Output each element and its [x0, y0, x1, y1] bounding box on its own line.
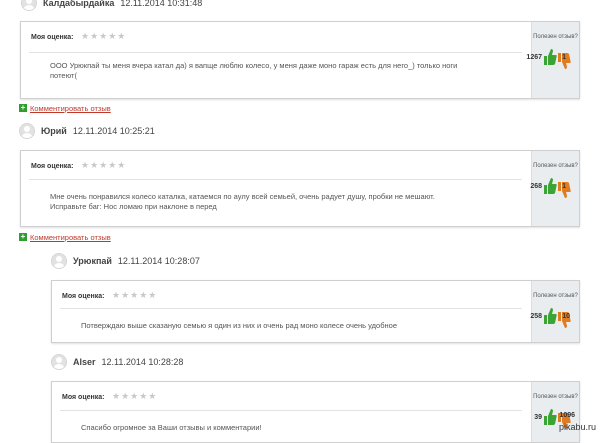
thumb-up-icon[interactable]: [543, 177, 557, 195]
thumb-up-icon[interactable]: [543, 48, 557, 66]
review-text: Потверждаю выше сказаную семью я один из…: [81, 321, 481, 331]
review-date: 12.11.2014 10:25:21: [72, 126, 155, 136]
upvote-count: 39: [534, 414, 542, 421]
site-watermark: pikabu.ru: [558, 422, 596, 432]
review-text-line: Исправьте баг: Нос ломаю при наклоне в п…: [50, 202, 217, 211]
review-text-line: ООО Урюкпай ты меня вчера катал да) я ва…: [50, 61, 458, 70]
rating-label: Моя оценка:: [31, 34, 74, 41]
plus-icon: +: [19, 103, 27, 112]
review-author-row: Калдабырдайка 12.11.2014 10:31:48: [21, 0, 202, 12]
vote-panel: Полезен отзыв? 268: [530, 151, 579, 226]
rating-stars: ★★★★★: [81, 31, 127, 41]
review-text: Спасибо огромное за Ваши отзывы и коммен…: [81, 423, 481, 433]
divider: [29, 52, 522, 53]
vote-panel: Полезен отзыв? 1267: [526, 22, 579, 98]
useful-label: Полезен отзыв?: [533, 34, 578, 40]
useful-label: Полезен отзыв?: [533, 163, 578, 169]
reply-card: Моя оценка: ★★★★★ Потверждаю выше сказан…: [51, 280, 580, 343]
rating-label: Моя оценка:: [62, 394, 105, 401]
review-author-row: Юрий 12.11.2014 10:25:21: [19, 122, 155, 140]
vote-controls: 268: [530, 177, 579, 199]
rating-label: Моя оценка:: [62, 293, 105, 300]
review-text-line: Спасибо огромное за Ваши отзывы и коммен…: [81, 423, 262, 432]
downvote-count: 10: [562, 313, 570, 320]
useful-label: Полезен отзыв?: [533, 394, 578, 400]
plus-icon: +: [19, 232, 27, 241]
review-card: Моя оценка: ★★★★★ ООО Урюкпай ты меня вч…: [20, 21, 580, 99]
avatar: [19, 123, 35, 139]
downvote-count: 1: [562, 54, 566, 61]
rating-stars: ★★★★★: [112, 290, 158, 300]
downvote-count: 1096: [559, 412, 575, 419]
divider: [60, 410, 522, 411]
upvote-count: 258: [530, 313, 542, 320]
review-text-line: потеют(: [50, 71, 77, 80]
comment-review-link[interactable]: + Комментировать отзыв: [19, 102, 111, 114]
divider: [29, 179, 522, 180]
review-date: 12.11.2014 10:28:07: [117, 256, 200, 266]
review-date: 12.11.2014 10:31:48: [120, 0, 203, 8]
thumb-up-icon[interactable]: [543, 408, 557, 426]
useful-label: Полезен отзыв?: [533, 293, 578, 299]
review-date: 12.11.2014 10:28:28: [101, 357, 184, 367]
review-text-line: Мне очень понравился колесо каталка, кат…: [50, 192, 435, 201]
rating-stars: ★★★★★: [112, 391, 158, 401]
review-card: Моя оценка: ★★★★★ Мне очень понравился к…: [20, 150, 580, 227]
comment-link-label[interactable]: Комментировать отзыв: [30, 233, 111, 242]
divider: [60, 308, 522, 309]
review-text: Мне очень понравился колесо каталка, кат…: [50, 192, 495, 212]
review-text-line: Потверждаю выше сказаную семью я один из…: [81, 321, 397, 330]
author-name[interactable]: Юрий: [41, 126, 67, 136]
vote-controls: 258: [530, 307, 579, 329]
rating-stars: ★★★★★: [81, 160, 127, 170]
author-name[interactable]: Alser: [73, 357, 96, 367]
avatar: [51, 253, 67, 269]
vote-panel: Полезен отзыв? 258: [530, 281, 579, 342]
avatar: [51, 354, 67, 370]
rating-label: Моя оценка:: [31, 163, 74, 170]
author-name[interactable]: Урюкпай: [73, 256, 112, 266]
reply-author-row: Alser 12.11.2014 10:28:28: [51, 353, 183, 371]
upvote-count: 1267: [526, 54, 542, 61]
downvote-count: 1: [562, 183, 566, 190]
avatar: [21, 0, 37, 11]
vote-controls: 1267: [526, 48, 579, 70]
author-name[interactable]: Калдабырдайка: [43, 0, 114, 8]
thumb-up-icon[interactable]: [543, 307, 557, 325]
comment-review-link[interactable]: + Комментировать отзыв: [19, 231, 111, 243]
upvote-count: 268: [530, 183, 542, 190]
comment-link-label[interactable]: Комментировать отзыв: [30, 104, 111, 113]
review-text: ООО Урюкпай ты меня вчера катал да) я ва…: [50, 61, 495, 81]
reply-author-row: Урюкпай 12.11.2014 10:28:07: [51, 252, 200, 270]
